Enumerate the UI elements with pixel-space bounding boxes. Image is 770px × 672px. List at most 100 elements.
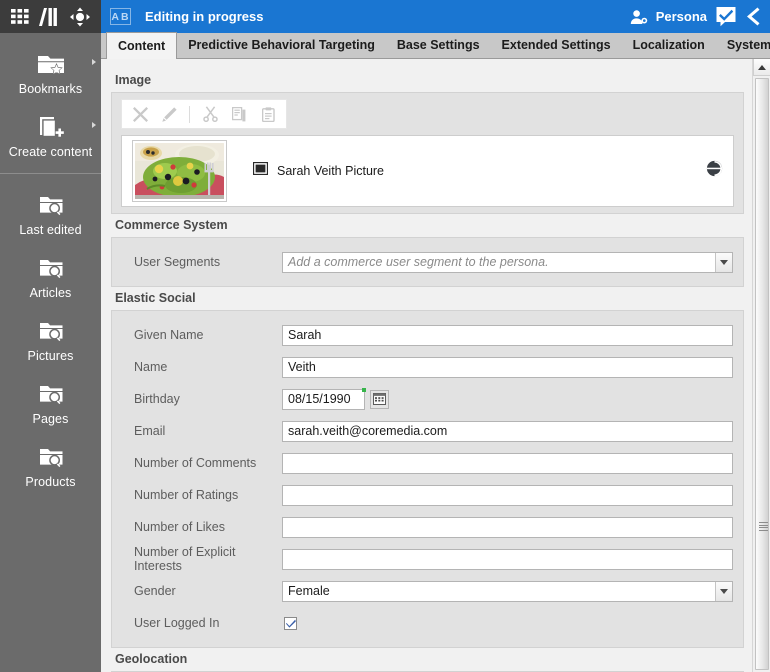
picture-type-icon	[252, 161, 269, 180]
section-title-geolocation: Geolocation	[115, 652, 188, 666]
tab-extended-settings[interactable]: Extended Settings	[491, 32, 622, 58]
chevron-right-icon[interactable]	[92, 59, 96, 65]
user-segments-combo[interactable]: Add a commerce user segment to the perso…	[282, 251, 733, 273]
thumbnail-graphic	[135, 143, 224, 199]
gender-combo[interactable]: Female	[282, 580, 733, 602]
image-toolbar	[121, 99, 287, 129]
sidebar-item-articles[interactable]: Articles	[0, 245, 101, 308]
field-row-number-of-explicit-interests: Number of Explicit Interests	[122, 543, 733, 575]
field-label-email: Email	[134, 424, 166, 438]
field-label-number-of-likes: Number of Likes	[134, 520, 226, 534]
persona-icon	[630, 9, 648, 25]
sidebar-item-products[interactable]: Products	[0, 434, 101, 497]
sidebar-item-label: Pictures	[27, 349, 74, 363]
rail-group-searches: Last edited Articles Pictures Pages Prod…	[0, 174, 101, 497]
tab-predictive-behavioral-targeting[interactable]: Predictive Behavioral Targeting	[177, 32, 386, 58]
new-document-icon	[36, 111, 66, 141]
publication-state-icon[interactable]	[706, 160, 723, 182]
calendar-icon[interactable]	[370, 389, 389, 409]
image-item-label-group: Sarah Veith Picture	[252, 161, 384, 180]
user-segments-value[interactable]: Add a commerce user segment to the perso…	[283, 253, 715, 272]
folder-search-icon	[36, 189, 66, 219]
user-logged-in-checkbox[interactable]	[284, 616, 297, 630]
sidebar-item-pages[interactable]: Pages	[0, 371, 101, 434]
tab-base-settings[interactable]: Base Settings	[386, 32, 491, 58]
approved-check-icon[interactable]	[715, 6, 737, 27]
field-label-gender: Gender	[134, 584, 176, 598]
number-of-ratings-input[interactable]	[282, 484, 733, 506]
edit-pencil-icon[interactable]	[157, 102, 181, 126]
sidebar-item-label: Pages	[32, 412, 69, 426]
scrollbar-thumb[interactable]	[755, 78, 769, 670]
tab-content[interactable]: Content	[106, 32, 178, 59]
tab-bar: Content Predictive Behavioral Targeting …	[101, 32, 770, 59]
field-row-number-of-ratings: Number of Ratings	[122, 479, 733, 511]
number-of-likes-input[interactable]	[282, 516, 733, 538]
field-row-number-of-comments: Number of Comments	[122, 447, 733, 479]
cut-icon[interactable]	[198, 102, 222, 126]
field-row-user-logged-in: User Logged In	[122, 607, 733, 639]
image-section-panel: Sarah Veith Picture	[111, 92, 744, 214]
field-label-given-name: Given Name	[134, 328, 204, 342]
field-label-user-logged-in: User Logged In	[134, 616, 220, 630]
section-title-image: Image	[115, 73, 152, 87]
folder-search-icon	[36, 252, 66, 282]
check-icon	[285, 619, 296, 628]
image-link-row[interactable]: Sarah Veith Picture	[121, 135, 734, 207]
application-window: Bookmarks Create content Last edited Art…	[0, 0, 770, 672]
email-input[interactable]	[282, 420, 733, 442]
chevron-right-icon[interactable]	[92, 122, 96, 128]
scroll-up-button[interactable]	[753, 59, 770, 76]
commerce-system-panel: User Segments Add a commerce user segmen…	[111, 237, 744, 287]
sidebar-item-last-edited[interactable]: Last edited	[0, 182, 101, 245]
navigate-icon[interactable]	[67, 6, 93, 28]
persona-type-badge-icon: AB	[110, 8, 131, 25]
birthday-control-group	[282, 387, 733, 410]
tab-system[interactable]: System	[716, 32, 770, 58]
toolbar-separator	[189, 105, 190, 123]
field-row-email: Email	[122, 415, 733, 447]
collapse-left-icon[interactable]	[745, 6, 760, 27]
field-label-birthday: Birthday	[134, 392, 180, 406]
persona-label: Persona	[655, 8, 707, 24]
birthday-input[interactable]	[282, 388, 365, 410]
number-of-explicit-interests-input[interactable]	[282, 548, 733, 570]
chevron-down-icon[interactable]	[715, 581, 732, 601]
scrollbar-grip	[759, 522, 768, 531]
section-title-elastic-social: Elastic Social	[115, 291, 196, 305]
sidebar-item-create-content[interactable]: Create content	[0, 104, 101, 167]
copy-icon[interactable]	[227, 102, 251, 126]
apps-grid-icon[interactable]	[8, 6, 34, 28]
document-status-title: Editing in progress	[145, 9, 264, 24]
sidebar-item-label: Last edited	[19, 223, 82, 237]
image-thumbnail[interactable]	[132, 140, 227, 202]
birthday-input-wrapper	[282, 387, 366, 410]
elastic-social-panel: Given Name Name Birthday	[111, 310, 744, 648]
left-navigation-rail: Bookmarks Create content Last edited Art…	[0, 0, 101, 672]
folder-search-icon	[36, 441, 66, 471]
field-label-user-segments: User Segments	[134, 255, 221, 269]
tab-localization[interactable]: Localization	[622, 32, 716, 58]
folder-search-icon	[36, 378, 66, 408]
sidebar-item-label: Articles	[29, 286, 72, 300]
content-form-panel: Image Sarah Veith Picture Commerce Syste…	[101, 59, 770, 672]
paste-icon[interactable]	[256, 102, 280, 126]
section-title-commerce-system: Commerce System	[115, 218, 228, 232]
sidebar-item-label: Bookmarks	[18, 82, 83, 96]
field-row-birthday: Birthday	[122, 383, 733, 415]
number-of-comments-input[interactable]	[282, 452, 733, 474]
rail-item-groups: Bookmarks Create content Last edited Art…	[0, 33, 101, 497]
sidebar-item-bookmarks[interactable]: Bookmarks	[0, 41, 101, 104]
gender-value[interactable]: Female	[283, 582, 715, 601]
given-name-input[interactable]	[282, 324, 733, 346]
sidebar-item-pictures[interactable]: Pictures	[0, 308, 101, 371]
name-input[interactable]	[282, 356, 733, 378]
form-scroll-area: Image Sarah Veith Picture Commerce Syste…	[101, 59, 752, 672]
vertical-scrollbar[interactable]	[752, 59, 770, 672]
field-row-user-segments: User Segments Add a commerce user segmen…	[122, 246, 733, 278]
library-icon[interactable]	[37, 6, 63, 28]
field-label-number-of-explicit-interests: Number of Explicit Interests	[134, 545, 236, 573]
remove-icon[interactable]	[128, 102, 152, 126]
field-row-number-of-likes: Number of Likes	[122, 511, 733, 543]
chevron-down-icon[interactable]	[715, 252, 732, 272]
